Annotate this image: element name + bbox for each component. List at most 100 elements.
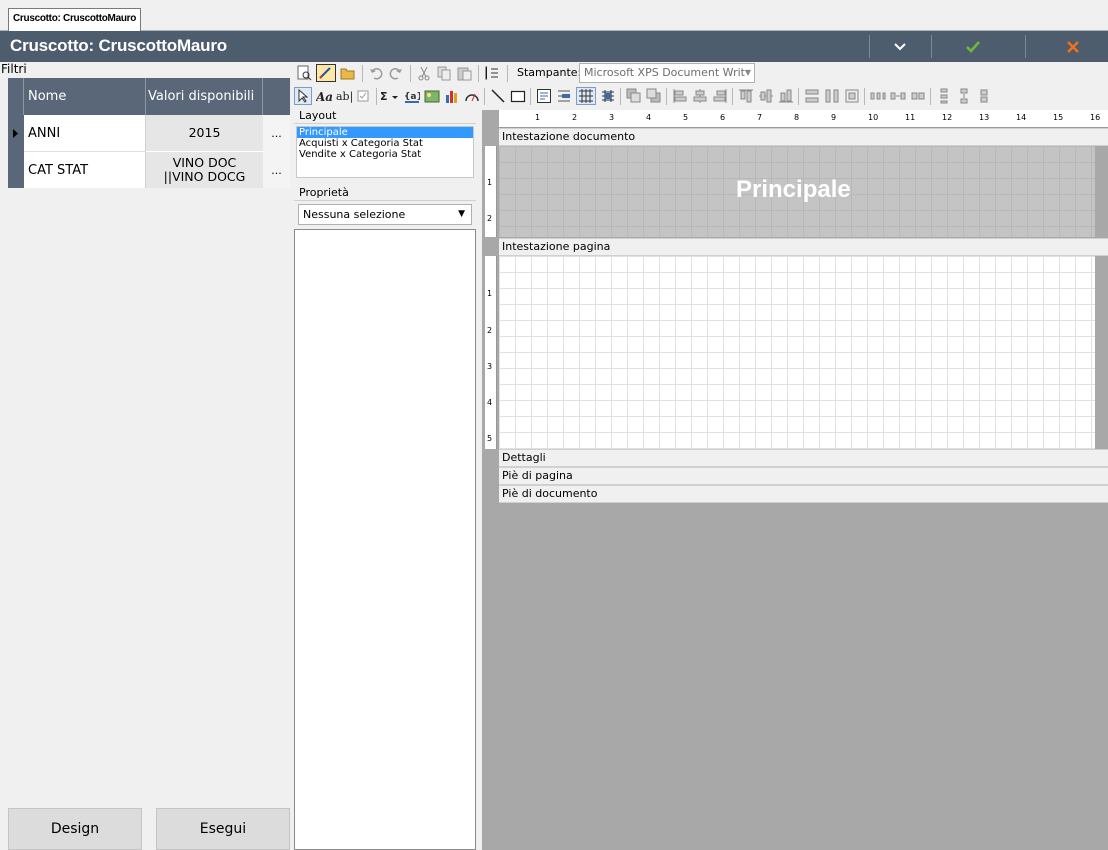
column-header-values[interactable]: Valori disponibili [146,78,263,115]
band-header-document-footer[interactable]: Piè di documento [499,485,1108,503]
toolbar-separator [410,65,411,82]
textbox-field-icon[interactable]: ab| [336,88,352,104]
horizontal-spacing-decrease-icon[interactable] [910,88,926,104]
toolbar-separator [732,88,733,105]
report-title-field[interactable]: Principale [736,176,851,204]
toolbar-separator [530,88,531,105]
filter-name: CAT STAT [24,152,146,189]
title-separator [869,35,870,58]
table-row[interactable]: CAT STAT VINO DOC ||VINO DOCG ... [8,152,290,189]
toolbar-separator [362,65,363,82]
vertical-spacing-increase-icon[interactable] [956,88,972,104]
align-bottom-icon[interactable] [778,88,794,104]
same-height-icon[interactable] [824,88,840,104]
filter-browse-button[interactable]: ... [263,152,290,189]
layout-panel-header: Layout [294,108,476,124]
properties-grid[interactable] [294,229,476,850]
run-button[interactable]: Esegui [156,808,290,850]
toolbar-separator [930,88,931,105]
rectangle-icon[interactable] [510,88,526,104]
page-setup-icon[interactable] [484,65,500,81]
page-break-icon[interactable] [556,88,572,104]
bring-to-front-icon[interactable] [626,88,642,104]
copy-icon[interactable] [436,65,452,81]
filter-value[interactable]: 2015 [146,115,263,152]
design-mode-icon[interactable] [316,64,336,82]
layout-list-item[interactable]: Acquisti x Categoria Stat [297,138,473,149]
align-top-icon[interactable] [738,88,754,104]
printer-select[interactable]: Microsoft XPS Document Writ ▼ [579,63,755,83]
row-selector[interactable] [8,115,24,152]
cut-icon[interactable] [416,65,432,81]
vertical-ruler: 1 2 3 4 5 [485,256,497,449]
close-button[interactable] [1058,34,1088,59]
table-row[interactable]: ANNI 2015 ... [8,115,290,152]
filters-table-header: Nome Valori disponibili [8,78,290,115]
vertical-ruler-tick: 2 [487,214,493,223]
toolbar-separator [864,88,865,105]
paste-icon[interactable] [456,65,472,81]
filter-value[interactable]: VINO DOC ||VINO DOCG [146,152,263,189]
same-size-icon[interactable] [844,88,860,104]
select-pointer-icon[interactable] [294,87,312,105]
layout-list-item[interactable]: Vendite x Categoria Stat [297,149,473,160]
layout-list[interactable]: Principale Acquisti x Categoria Stat Ven… [296,126,474,178]
same-width-icon[interactable] [804,88,820,104]
align-middle-icon[interactable] [758,88,774,104]
checkbox-field-icon[interactable] [356,88,372,104]
undo-icon[interactable] [368,65,384,81]
properties-object-select[interactable]: Nessuna selezione ▼ [298,204,472,225]
filter-value-text: 2015 [188,125,221,140]
band-page-header[interactable] [499,256,1095,449]
svg-text:Aa: Aa [316,90,332,104]
redo-icon[interactable] [388,65,404,81]
row-selector[interactable] [8,152,24,189]
ruler-tick-label: 10 [868,113,879,122]
horizontal-spacing-increase-icon[interactable] [890,88,906,104]
toolbar-separator [484,88,485,105]
open-folder-icon[interactable] [340,65,356,81]
chevron-down-icon: ▼ [744,68,751,77]
ruler-tick-label: 8 [794,113,800,122]
label-field-icon[interactable]: Aa [316,88,332,104]
grid-icon[interactable] [576,87,596,105]
design-button[interactable]: Design [8,808,142,850]
band-header-page-footer[interactable]: Piè di pagina [499,467,1108,485]
band-header-page[interactable]: Intestazione pagina [499,238,1108,256]
chart-icon[interactable] [444,88,460,104]
band-margin [1095,256,1108,449]
close-icon [1067,40,1079,53]
subreport-icon[interactable] [536,88,552,104]
band-header-details[interactable]: Dettagli [499,449,1108,467]
field-expression-icon[interactable]: {a} [404,88,420,104]
vertical-ruler-tick: 4 [487,398,493,407]
send-to-back-icon[interactable] [646,88,662,104]
gauge-icon[interactable] [464,88,480,104]
vertical-spacing-decrease-icon[interactable] [976,88,992,104]
ruler-tick-label: 12 [942,113,953,122]
vertical-spacing-equal-icon[interactable] [936,88,952,104]
title-bar: Cruscotto: CruscottoMauro [0,31,1108,62]
collapse-button[interactable] [885,34,915,59]
print-preview-icon[interactable] [296,65,312,81]
align-right-icon[interactable] [712,88,728,104]
accept-button[interactable] [958,34,988,59]
band-margin [1095,146,1108,237]
toolbar-separator [798,88,799,105]
horizontal-spacing-equal-icon[interactable] [870,88,886,104]
vertical-ruler-tick: 2 [487,326,493,335]
picture-icon[interactable] [424,88,440,104]
line-icon[interactable] [490,88,506,104]
align-left-icon[interactable] [672,88,688,104]
document-tab[interactable]: Cruscotto: CruscottoMauro [8,8,142,31]
layout-list-item[interactable]: Principale [297,127,473,138]
band-header-document[interactable]: Intestazione documento [499,128,1108,146]
designer-toolbar-top: Stampante: Microsoft XPS Document Writ ▼ [292,62,1108,85]
align-center-icon[interactable] [692,88,708,104]
filter-browse-button[interactable]: ... [263,115,290,152]
sum-icon[interactable]: Σ [380,88,400,104]
snap-to-grid-icon[interactable] [600,88,616,104]
column-header-name[interactable]: Nome [24,78,146,115]
chevron-down-icon: ▼ [458,209,465,219]
column-header-blank [263,78,290,115]
